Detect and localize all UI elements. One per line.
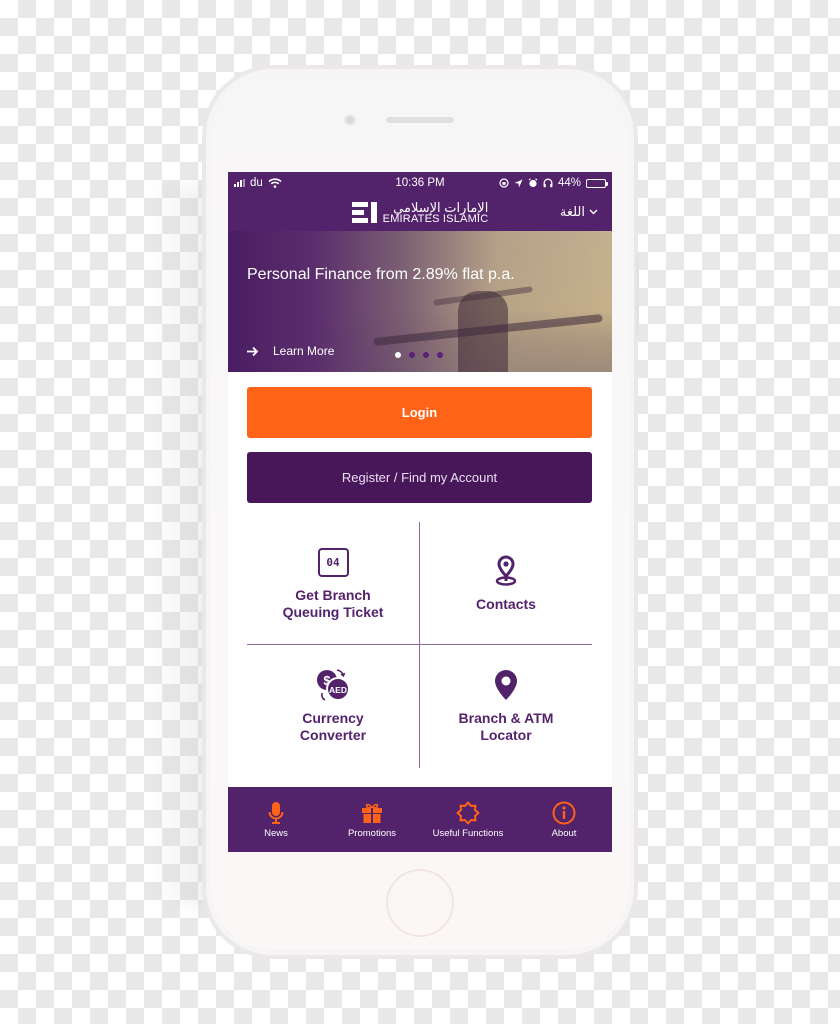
promo-banner[interactable]: Personal Finance from 2.89% flat p.a. Le… bbox=[228, 231, 612, 372]
rotation-lock-icon bbox=[499, 178, 509, 188]
home-button[interactable] bbox=[386, 869, 454, 937]
carousel-dot[interactable] bbox=[423, 352, 429, 358]
nav-label: Useful Functions bbox=[432, 827, 504, 839]
nav-label: About bbox=[551, 827, 577, 839]
login-button[interactable]: Login bbox=[247, 387, 592, 438]
phone-side-button bbox=[636, 254, 639, 336]
map-pin-icon bbox=[495, 670, 517, 700]
learn-more-label: Learn More bbox=[273, 344, 335, 358]
location-pin-outline-icon bbox=[495, 554, 517, 586]
language-label: اللغة bbox=[559, 204, 585, 219]
headphones-icon bbox=[543, 178, 553, 188]
carousel-dot[interactable] bbox=[409, 352, 415, 358]
logo-english-text: EMIRATES ISLAMIC bbox=[382, 212, 489, 225]
tile-label: Currency bbox=[302, 710, 364, 726]
arrow-right-icon bbox=[247, 346, 259, 356]
queue-ticket-icon: 04 bbox=[317, 547, 349, 577]
svg-text:AED: AED bbox=[329, 685, 347, 695]
cellular-signal-icon bbox=[234, 179, 245, 187]
app-screen: du 10:36 PM 44% الإمارات الإسلامي EMIRAT… bbox=[228, 172, 612, 852]
status-bar: du 10:36 PM 44% bbox=[228, 172, 612, 194]
earpiece-speaker bbox=[386, 117, 454, 123]
carousel-dot[interactable] bbox=[395, 352, 401, 358]
front-camera bbox=[344, 114, 356, 126]
tile-label: Branch & ATM bbox=[458, 710, 554, 726]
language-selector[interactable]: اللغة bbox=[560, 204, 598, 220]
tile-currency-converter[interactable]: $ AED Currency Converter bbox=[247, 645, 419, 767]
carrier-name: du bbox=[250, 177, 263, 189]
nav-promotions[interactable]: Promotions bbox=[324, 787, 420, 852]
bottom-navigation: News Promotions Useful Functions About bbox=[228, 787, 612, 852]
battery-icon bbox=[586, 178, 608, 188]
nav-useful-functions[interactable]: Useful Functions bbox=[420, 787, 516, 852]
gift-icon bbox=[362, 803, 382, 823]
currency-exchange-icon: $ AED bbox=[317, 669, 350, 701]
tile-branch-atm-locator[interactable]: Branch & ATM Locator bbox=[420, 645, 592, 767]
nav-news[interactable]: News bbox=[228, 787, 324, 852]
wifi-icon bbox=[268, 178, 282, 188]
tile-label: Get Branch Queuing Ticket bbox=[282, 587, 384, 620]
logo-mark-icon bbox=[351, 202, 377, 223]
nav-label: Promotions bbox=[347, 827, 397, 839]
logo-arabic-text: الإمارات الإسلامي bbox=[393, 199, 489, 215]
info-icon bbox=[552, 801, 576, 824]
register-find-account-button[interactable]: Register / Find my Account bbox=[247, 452, 592, 503]
learn-more-link[interactable]: Learn More bbox=[246, 344, 334, 358]
app-header: الإمارات الإسلامي EMIRATES ISLAMIC اللغة bbox=[228, 194, 612, 231]
microphone-icon bbox=[268, 801, 284, 824]
quick-actions-grid: 04 Get Branch Queuing Ticket Contacts $ … bbox=[247, 522, 592, 768]
carousel-pagination[interactable] bbox=[395, 352, 443, 358]
chevron-down-icon bbox=[589, 209, 598, 215]
battery-percent: 44% bbox=[557, 177, 581, 189]
banner-title: Personal Finance from 2.89% flat p.a. bbox=[247, 266, 515, 283]
nav-label: News bbox=[264, 827, 288, 839]
carousel-dot[interactable] bbox=[437, 352, 443, 358]
star-badge-icon bbox=[456, 801, 480, 824]
tile-label: Contacts bbox=[476, 595, 536, 612]
tile-branch-queuing-ticket[interactable]: 04 Get Branch Queuing Ticket bbox=[247, 522, 419, 644]
location-arrow-icon bbox=[514, 179, 523, 187]
nav-about[interactable]: About bbox=[516, 787, 612, 852]
tile-contacts[interactable]: Contacts bbox=[420, 522, 592, 644]
emirates-islamic-logo: الإمارات الإسلامي EMIRATES ISLAMIC bbox=[351, 199, 489, 225]
alarm-icon bbox=[528, 178, 538, 188]
